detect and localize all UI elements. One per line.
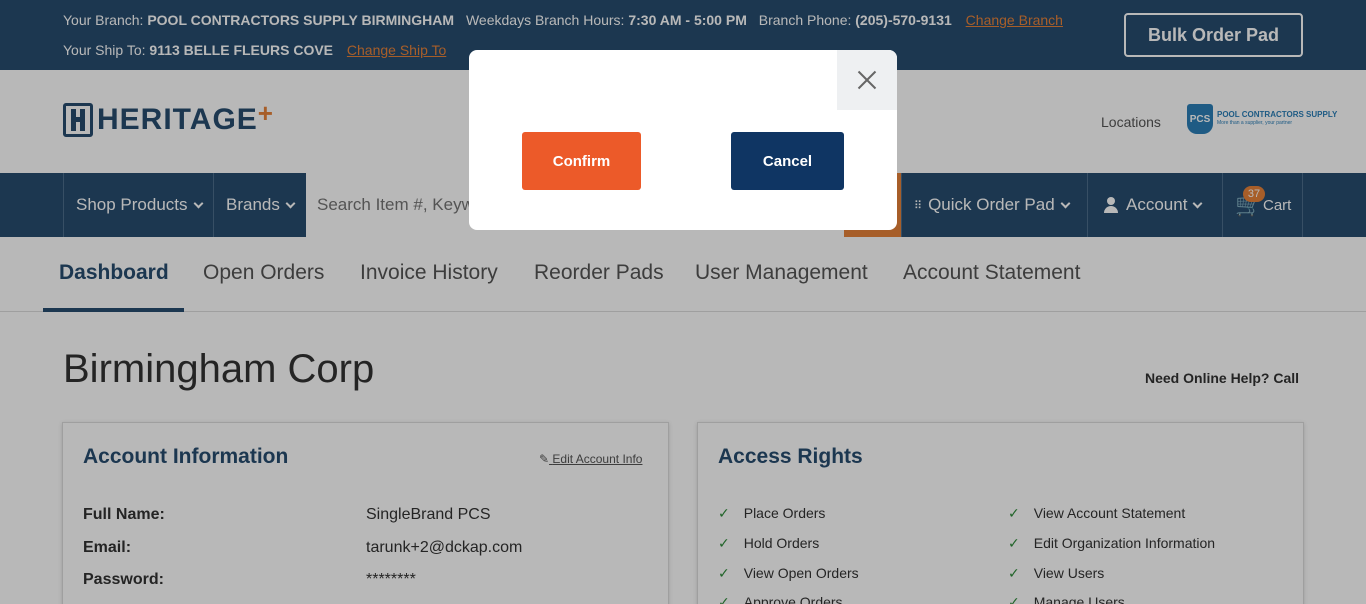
confirm-dialog: Confirm Cancel bbox=[469, 50, 897, 230]
confirm-button[interactable]: Confirm bbox=[522, 132, 641, 190]
close-icon[interactable] bbox=[837, 50, 897, 110]
cancel-button[interactable]: Cancel bbox=[731, 132, 844, 190]
